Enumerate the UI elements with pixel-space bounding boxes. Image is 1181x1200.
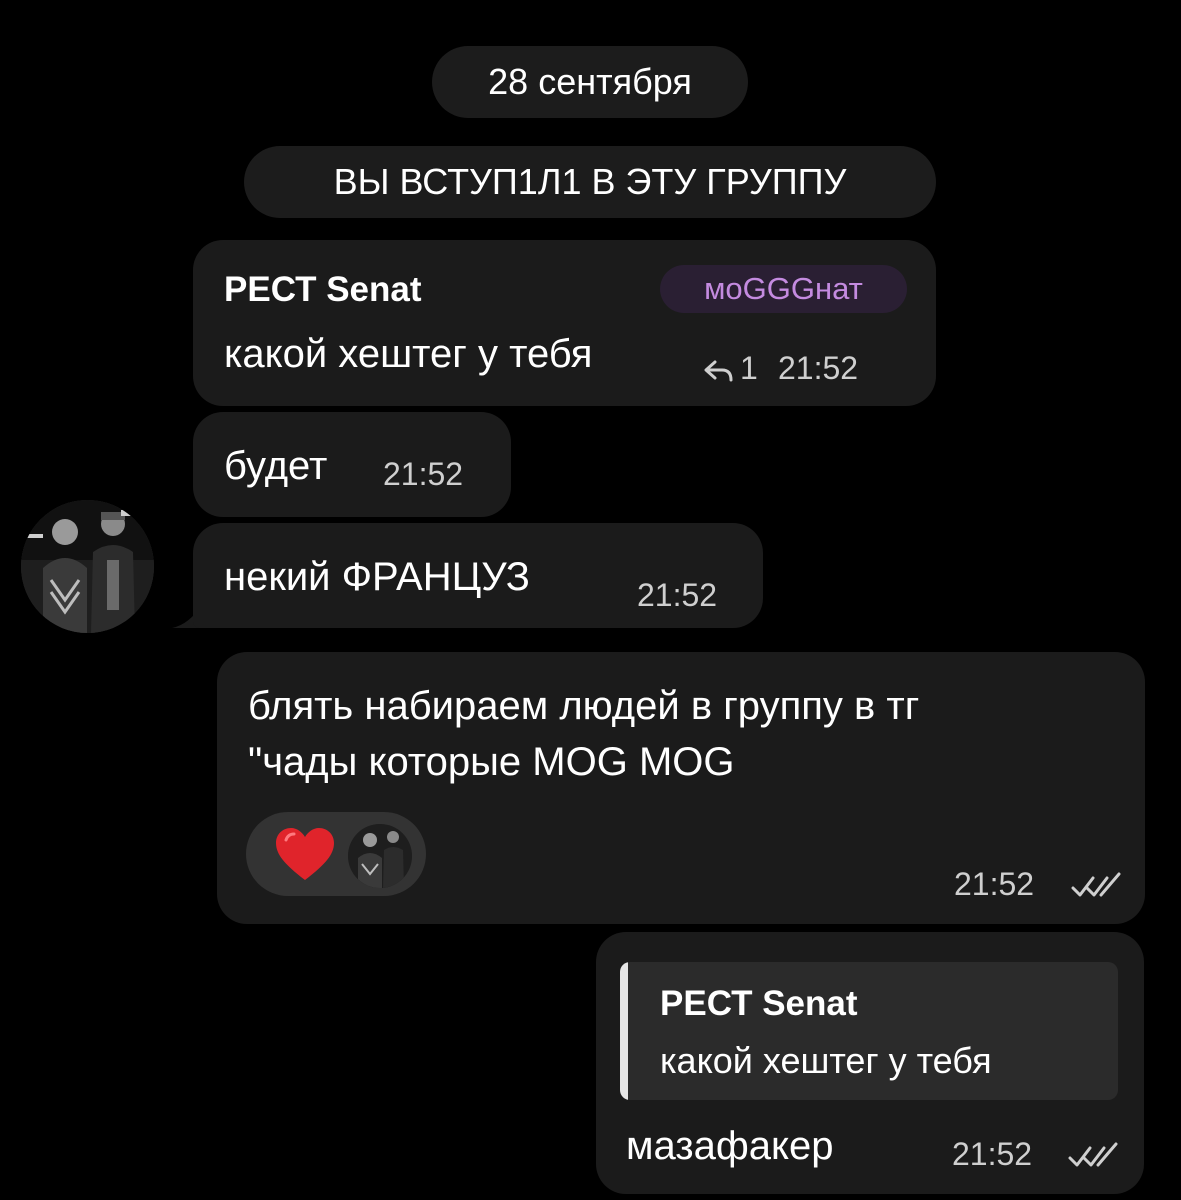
service-message: ВЫ ВСТУП1Л1 В ЭТУ ГРУППУ — [244, 146, 936, 218]
message-text: мазафакер — [626, 1124, 834, 1168]
quote-text: какой хештег у тебя — [660, 1040, 992, 1081]
double-check-read-icon — [1071, 872, 1121, 897]
sender-avatar[interactable] — [21, 500, 154, 633]
avatar-photo-icon — [21, 500, 154, 633]
outgoing-message-bubble[interactable]: блять набираем людей в группу в тг "чады… — [217, 652, 1145, 924]
reply-arrow-icon[interactable] — [704, 360, 734, 382]
double-check-read-icon — [1068, 1142, 1118, 1167]
message-time: 21:52 — [778, 350, 859, 386]
sender-name[interactable]: РЕСТ Senat — [224, 270, 422, 310]
message-bubble[interactable]: некий ФРАНЦУЗ 21:52 — [193, 523, 763, 628]
reply-count[interactable]: 1 — [740, 350, 758, 387]
outgoing-message-bubble[interactable]: РЕСТ Senat какой хештег у тебя мазафакер… — [596, 932, 1144, 1194]
message-time: 21:52 — [954, 866, 1035, 902]
message-time: 21:52 — [952, 1136, 1033, 1172]
message-text-line-2: "чады которые MOG MOG — [248, 740, 735, 784]
message-bubble[interactable]: РЕСТ Senat моGGGнат какой хештег у тебя … — [193, 240, 936, 406]
heart-icon — [276, 828, 334, 880]
message-time: 21:52 — [637, 577, 718, 613]
message-text: какой хештег у тебя — [224, 332, 593, 376]
chat-screen: 28 сентября ВЫ ВСТУП1Л1 В ЭТУ ГРУППУ РЕС… — [0, 0, 1181, 1200]
message-text: некий ФРАНЦУЗ — [224, 555, 530, 599]
reaction-chip[interactable] — [246, 812, 426, 896]
quote-sender: РЕСТ Senat — [660, 984, 858, 1023]
sender-tag: моGGGнат — [660, 265, 907, 313]
message-text: будет — [224, 444, 328, 488]
date-separator: 28 сентября — [432, 46, 748, 118]
message-bubble[interactable]: будет 21:52 — [193, 412, 511, 517]
avatar-photo-icon — [348, 824, 412, 888]
message-time: 21:52 — [383, 456, 464, 492]
reply-quote[interactable]: РЕСТ Senat какой хештег у тебя — [620, 962, 1118, 1100]
message-text-line-1: блять набираем людей в группу в тг — [248, 684, 920, 728]
reactor-avatar[interactable] — [348, 824, 412, 888]
quote-bar — [620, 962, 628, 1100]
